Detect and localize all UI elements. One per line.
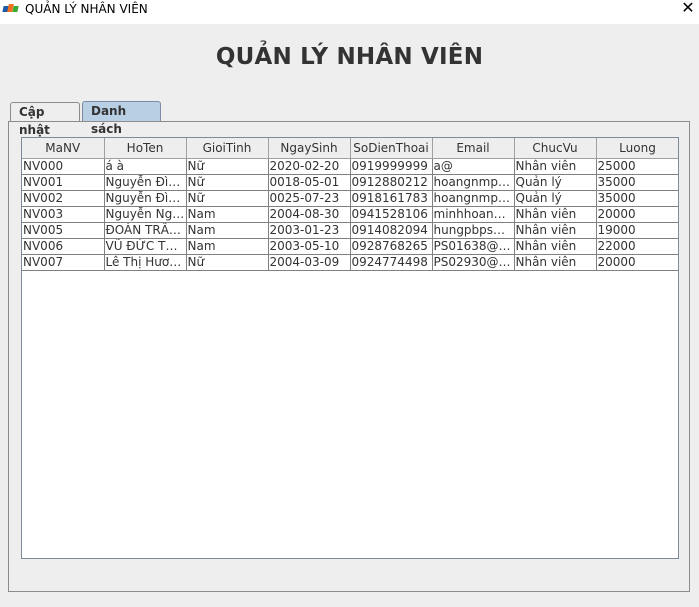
cell-luong: 20000 — [596, 206, 678, 223]
cell-email: minhhoang2... — [432, 206, 515, 223]
cell-chucvu: Nhân viên — [514, 254, 597, 271]
cell-hoten: Nguyễn Ngh... — [104, 206, 187, 223]
cell-manv: NV002 — [22, 190, 105, 207]
column-header-chucvu[interactable]: ChucVu — [514, 138, 597, 159]
tab-danh-sach[interactable]: Danh sách — [82, 101, 161, 136]
cell-email: hoangnmps... — [432, 190, 515, 207]
cell-email: hungpbps26... — [432, 222, 515, 239]
window-title: QUẢN LÝ NHÂN VIÊN — [25, 2, 148, 16]
table-row[interactable]: NV003 Nguyễn Ngh... Nam 2004-08-30 09415… — [22, 206, 678, 223]
cell-sodienthoai: 0924774498 — [350, 254, 433, 271]
table-row[interactable]: NV005 ĐOÀN TRẦN... Nam 2003-01-23 091408… — [22, 222, 678, 239]
cell-gioitinh: Nam — [186, 222, 269, 239]
column-header-sodienthoai[interactable]: SoDienThoai — [350, 138, 433, 159]
table-row[interactable]: NV007 Lê Thị Hươn... Nữ 2004-03-09 09247… — [22, 254, 678, 271]
cell-manv: NV006 — [22, 238, 105, 255]
page-title: QUẢN LÝ NHÂN VIÊN — [215, 44, 484, 70]
cell-manv: NV003 — [22, 206, 105, 223]
cell-gioitinh: Nam — [186, 206, 269, 223]
tab-cap-nhat[interactable]: Cập nhật — [10, 102, 80, 137]
cell-sodienthoai: 0941528106 — [350, 206, 433, 223]
cell-ngaysinh: 0018-05-01 — [268, 174, 351, 191]
cell-hoten: Lê Thị Hươn... — [104, 254, 187, 271]
column-header-email[interactable]: Email — [432, 138, 515, 159]
close-button[interactable]: ✕ — [677, 0, 699, 18]
column-header-gioitinh[interactable]: GioiTinh — [186, 138, 269, 159]
cell-hoten: á à — [104, 158, 187, 175]
cell-chucvu: Quản lý — [514, 190, 597, 207]
cell-sodienthoai: 0914082094 — [350, 222, 433, 239]
cell-luong: 19000 — [596, 222, 678, 239]
table-header-row: MaNV HoTen GioiTinh NgaySinh SoDienThoai… — [22, 138, 678, 159]
cell-gioitinh: Nữ — [186, 174, 269, 191]
cell-luong: 25000 — [596, 158, 678, 175]
cell-hoten: VŨ ĐỨC TU... — [104, 238, 187, 255]
cell-email: PS01638@f... — [432, 238, 515, 255]
cell-email: PS02930@f... — [432, 254, 515, 271]
cell-ngaysinh: 0025-07-23 — [268, 190, 351, 207]
table-row[interactable]: NV002 Nguyễn Đìn... Nữ 0025-07-23 091816… — [22, 190, 678, 207]
cell-manv: NV007 — [22, 254, 105, 271]
cell-sodienthoai: 0918161783 — [350, 190, 433, 207]
cell-luong: 35000 — [596, 190, 678, 207]
cell-chucvu: Nhân viên — [514, 158, 597, 175]
cell-ngaysinh: 2020-02-20 — [268, 158, 351, 175]
cell-manv: NV001 — [22, 174, 105, 191]
cell-manv: NV005 — [22, 222, 105, 239]
cell-sodienthoai: 0912880212 — [350, 174, 433, 191]
column-header-manv[interactable]: MaNV — [22, 138, 105, 159]
cell-luong: 20000 — [596, 254, 678, 271]
cell-sodienthoai: 0928768265 — [350, 238, 433, 255]
column-header-hoten[interactable]: HoTen — [104, 138, 187, 159]
cell-chucvu: Quản lý — [514, 174, 597, 191]
cell-hoten: Nguyễn Đìn... — [104, 174, 187, 191]
cell-ngaysinh: 2003-01-23 — [268, 222, 351, 239]
cell-hoten: ĐOÀN TRẦN... — [104, 222, 187, 239]
window-titlebar: QUẢN LÝ NHÂN VIÊN ✕ — [0, 0, 699, 24]
cell-sodienthoai: 0919999999 — [350, 158, 433, 175]
employee-table[interactable]: MaNV HoTen GioiTinh NgaySinh SoDienThoai… — [21, 137, 679, 559]
cell-gioitinh: Nữ — [186, 254, 269, 271]
cell-luong: 35000 — [596, 174, 678, 191]
column-header-ngaysinh[interactable]: NgaySinh — [268, 138, 351, 159]
cell-manv: NV000 — [22, 158, 105, 175]
cell-hoten: Nguyễn Đìn... — [104, 190, 187, 207]
column-header-luong[interactable]: Luong — [596, 138, 678, 159]
table-row[interactable]: NV001 Nguyễn Đìn... Nữ 0018-05-01 091288… — [22, 174, 678, 191]
cell-email: hoangnmps... — [432, 174, 515, 191]
cell-luong: 22000 — [596, 238, 678, 255]
cell-ngaysinh: 2004-03-09 — [268, 254, 351, 271]
cell-gioitinh: Nữ — [186, 190, 269, 207]
cell-chucvu: Nhân viên — [514, 206, 597, 223]
cell-email: a@ — [432, 158, 515, 175]
cell-gioitinh: Nữ — [186, 158, 269, 175]
table-row[interactable]: NV000 á à Nữ 2020-02-20 0919999999 a@ Nh… — [22, 158, 678, 175]
table-row[interactable]: NV006 VŨ ĐỨC TU... Nam 2003-05-10 092876… — [22, 238, 678, 255]
fpt-logo-icon — [2, 4, 19, 14]
cell-chucvu: Nhân viên — [514, 222, 597, 239]
cell-gioitinh: Nam — [186, 238, 269, 255]
cell-ngaysinh: 2004-08-30 — [268, 206, 351, 223]
cell-ngaysinh: 2003-05-10 — [268, 238, 351, 255]
cell-chucvu: Nhân viên — [514, 238, 597, 255]
